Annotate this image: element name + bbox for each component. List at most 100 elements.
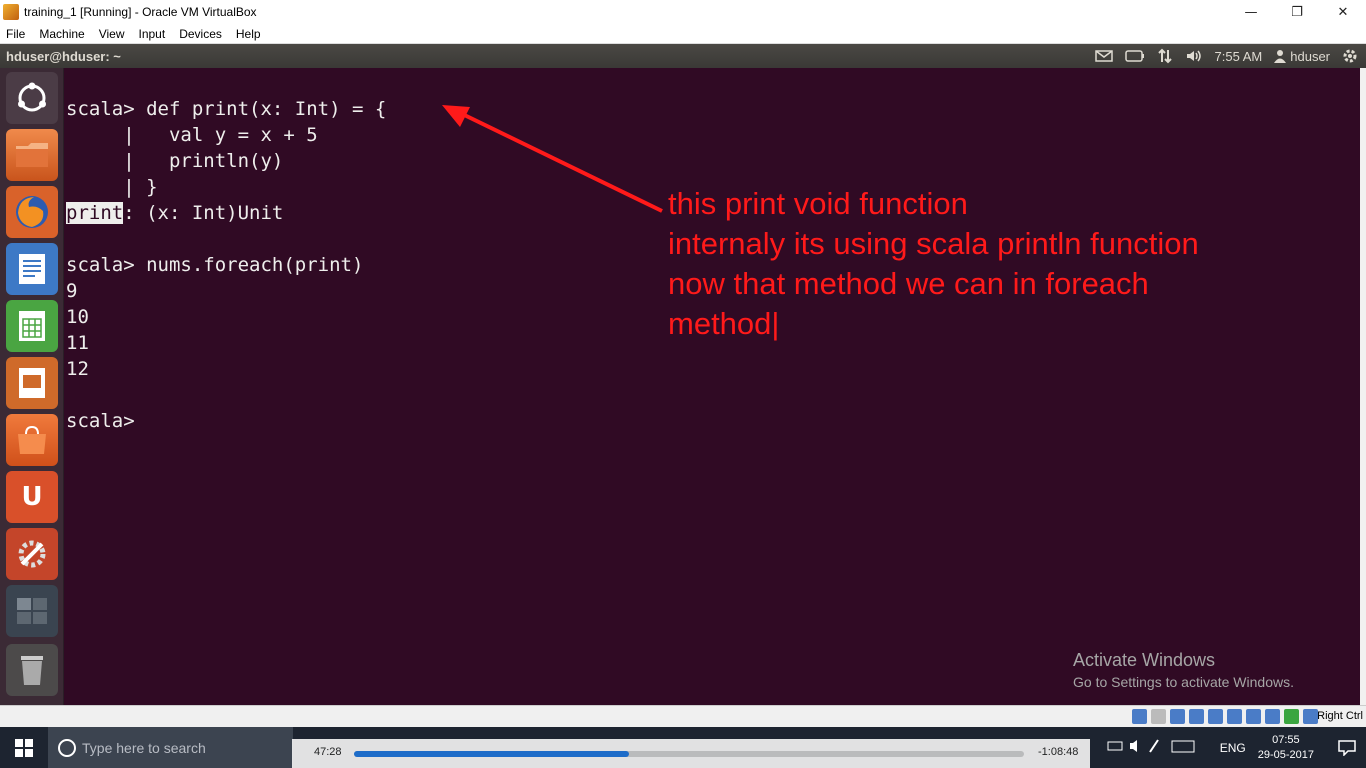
seek-bar[interactable] (354, 751, 1024, 757)
folder-icon (16, 143, 48, 167)
language-indicator[interactable]: ENG (1220, 741, 1246, 755)
elapsed-time: 47:28 (314, 746, 342, 758)
firefox-launcher[interactable] (6, 186, 58, 238)
volume-icon[interactable] (1185, 49, 1203, 63)
video-capture-icon[interactable] (1265, 709, 1280, 724)
watermark-title: Activate Windows (1073, 650, 1216, 670)
user-menu[interactable]: hduser (1274, 49, 1330, 64)
taskbar-search[interactable]: Type here to search (48, 727, 293, 768)
menu-file[interactable]: File (6, 27, 25, 41)
hard-disk-icon[interactable] (1132, 709, 1147, 724)
terminal-window-title: hduser@hduser: ~ (6, 48, 121, 64)
selected-text: print (66, 202, 124, 224)
remaining-time: -1:08:48 (1038, 746, 1079, 758)
settings-gear-icon[interactable] (1342, 48, 1358, 64)
virtualbox-status-bar: Right Ctrl (0, 705, 1366, 727)
window-controls: — ❐ ✕ (1228, 0, 1366, 24)
annotation-arrow (442, 105, 663, 213)
terminal-line: 11 (66, 332, 89, 354)
user-name: hduser (1290, 48, 1330, 64)
terminal-line: | println(y) (66, 150, 284, 172)
terminal-line: | val y = x + 5 (66, 124, 318, 146)
search-placeholder: Type here to search (82, 739, 206, 756)
usb-icon[interactable] (1208, 709, 1223, 724)
writer-launcher[interactable] (6, 243, 58, 295)
terminal-scrollbar[interactable] (1360, 68, 1366, 705)
menu-devices[interactable]: Devices (179, 27, 222, 41)
terminal-line: 12 (66, 358, 89, 380)
minimize-button[interactable]: — (1228, 0, 1274, 24)
virtualbox-menu-bar: File Machine View Input Devices Help (0, 24, 1366, 44)
notification-center-icon[interactable] (1328, 727, 1366, 768)
cpu-icon[interactable] (1284, 709, 1299, 724)
terminal-line: scala> def print(x: Int) = { (66, 98, 387, 120)
annotation-text-line: now that method we can in foreach (668, 266, 1149, 301)
video-player-controls: 47:28 -1:08:48 (292, 739, 1090, 768)
annotation-text-line: internaly its using scala println functi… (668, 226, 1199, 261)
menu-help[interactable]: Help (236, 27, 261, 41)
system-tray: ENG 07:55 29-05-2017 (1106, 727, 1366, 768)
dash-home-button[interactable] (6, 72, 58, 124)
terminal-prompt: scala> (66, 410, 135, 432)
display-icon[interactable] (1246, 709, 1261, 724)
close-button[interactable]: ✕ (1320, 0, 1366, 24)
terminal-line: | } (66, 176, 158, 198)
network-adapter-icon[interactable] (1189, 709, 1204, 724)
calc-launcher[interactable] (6, 300, 58, 352)
device-status-icons (1132, 709, 1318, 724)
terminal-line-rest: : (x: Int)Unit (123, 202, 284, 224)
menu-machine[interactable]: Machine (39, 27, 84, 41)
impress-launcher[interactable] (6, 357, 58, 409)
document-icon (19, 254, 45, 284)
spreadsheet-icon (19, 311, 45, 341)
audio-icon[interactable] (1170, 709, 1185, 724)
optical-drive-icon[interactable] (1151, 709, 1166, 724)
ubuntu-logo-icon (18, 82, 46, 112)
mail-icon[interactable] (1094, 50, 1113, 62)
trash-launcher[interactable] (6, 644, 58, 696)
tray-network-volume-icons (1107, 739, 1195, 753)
shopping-bag-icon (18, 425, 46, 454)
battery-icon[interactable] (1124, 50, 1145, 62)
presentation-icon (19, 368, 45, 398)
user-icon (1274, 50, 1287, 63)
virtualbox-app-icon (3, 4, 19, 20)
workspace-switcher-launcher[interactable] (6, 585, 58, 637)
windows-logo-icon (15, 738, 33, 757)
cortana-search-icon (58, 738, 76, 757)
indicator-area: 7:55 AM hduser (1094, 44, 1358, 68)
u-letter-icon: U (21, 482, 43, 512)
start-button[interactable] (0, 727, 48, 768)
terminal-line: print: (x: Int)Unit (66, 200, 283, 226)
activate-windows-watermark: Activate Windows Go to Settings to activ… (1073, 650, 1294, 690)
unity-launcher: U (0, 68, 64, 705)
mouse-integration-icon[interactable] (1303, 709, 1318, 724)
clock-time: 07:55 (1272, 733, 1300, 746)
window-title: training_1 [Running] - Oracle VM Virtual… (24, 5, 257, 19)
system-settings-launcher[interactable] (6, 528, 58, 580)
host-key-label: Right Ctrl (1317, 710, 1363, 722)
network-icon[interactable] (1157, 48, 1173, 64)
settings-wrench-icon (18, 540, 46, 568)
trash-icon (21, 656, 43, 685)
annotation-text-line: method| (668, 306, 780, 341)
software-center-launcher[interactable] (6, 414, 58, 466)
restore-button[interactable]: ❐ (1274, 0, 1320, 24)
clock[interactable]: 7:55 AM (1215, 49, 1263, 64)
seek-progress (354, 751, 629, 757)
menu-input[interactable]: Input (139, 27, 166, 41)
menu-view[interactable]: View (99, 27, 125, 41)
shared-folders-icon[interactable] (1227, 709, 1242, 724)
taskbar-clock[interactable]: 07:55 29-05-2017 (1258, 733, 1314, 763)
virtualbox-title-bar: training_1 [Running] - Oracle VM Virtual… (0, 0, 1366, 24)
terminal-line: scala> nums.foreach(print) (66, 254, 364, 276)
annotation-text-line: this print void function (668, 186, 968, 221)
files-launcher[interactable] (6, 129, 58, 181)
tray-icons[interactable] (1106, 738, 1196, 757)
terminal-area[interactable]: scala> def print(x: Int) = { | val y = x… (64, 68, 1360, 705)
ubuntu-top-panel: hduser@hduser: ~ 7:55 AM hduser (0, 44, 1366, 68)
workspace-icon (17, 598, 47, 624)
terminal-line: 9 (66, 280, 78, 302)
clock-date: 29-05-2017 (1257, 748, 1314, 761)
ubuntu-one-launcher[interactable]: U (6, 471, 58, 523)
